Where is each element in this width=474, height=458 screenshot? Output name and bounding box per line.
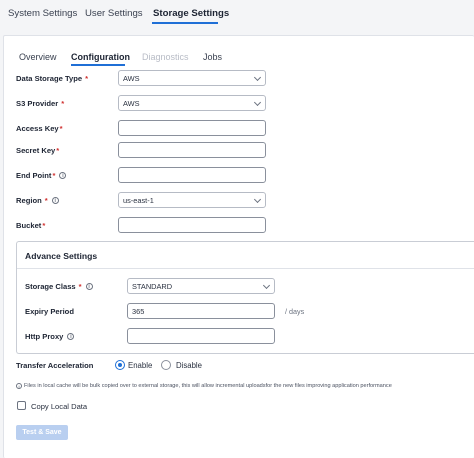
expiry-period-label: Expiry Period	[25, 307, 74, 316]
copy-local-data-checkbox[interactable]	[17, 401, 26, 410]
test-and-save-button[interactable]: Test & Save	[16, 425, 68, 440]
enable-radio-label[interactable]: Enable	[128, 361, 152, 370]
chevron-down-icon	[262, 281, 271, 290]
secret-key-label: Secret Key *	[16, 146, 60, 155]
storage-class-select[interactable]: STANDARD	[127, 278, 275, 294]
storage-class-label: Storage Class * i	[25, 282, 93, 291]
advance-settings-title: Advance Settings	[25, 251, 98, 261]
expiry-period-input[interactable]: 365	[127, 303, 275, 319]
http-proxy-input[interactable]	[127, 328, 275, 344]
chevron-down-icon	[253, 98, 262, 107]
info-icon[interactable]: i	[59, 172, 67, 179]
chevron-down-icon	[253, 195, 262, 204]
bucket-input[interactable]	[118, 217, 266, 233]
active-subtab-indicator	[71, 64, 125, 66]
disable-radio[interactable]	[161, 360, 171, 370]
data-storage-type-select[interactable]: AWS	[118, 70, 266, 86]
access-key-label: Access Key *	[16, 124, 63, 133]
required-marker: *	[44, 196, 48, 205]
disable-radio-label[interactable]: Disable	[176, 361, 202, 370]
tab-configuration[interactable]: Configuration	[71, 52, 130, 62]
info-icon[interactable]: i	[85, 283, 93, 290]
section-divider	[17, 268, 474, 269]
transfer-acceleration-label: Transfer Acceleration	[16, 361, 94, 370]
end-point-input[interactable]	[118, 167, 266, 183]
info-icon[interactable]: i	[67, 333, 75, 340]
required-marker: *	[56, 146, 60, 155]
secret-key-input[interactable]	[118, 142, 266, 158]
cache-info-note: i Files in local cache will be bulk copi…	[16, 383, 392, 389]
copy-local-data-label[interactable]: Copy Local Data	[31, 402, 87, 411]
end-point-label: End Point * i	[16, 171, 67, 180]
bucket-label: Bucket *	[16, 221, 46, 230]
http-proxy-label: Http Proxy i	[25, 332, 75, 341]
info-icon: i	[16, 383, 22, 389]
tab-storage-settings[interactable]: Storage Settings	[153, 8, 229, 19]
s3-provider-label: S3 Provider *	[16, 99, 65, 108]
required-marker: *	[59, 124, 63, 133]
tab-system-settings[interactable]: System Settings	[8, 8, 77, 19]
tab-jobs[interactable]: Jobs	[203, 52, 222, 62]
s3-provider-select[interactable]: AWS	[118, 95, 266, 111]
required-marker: *	[42, 221, 46, 230]
tab-diagnostics: Diagnostics	[142, 52, 189, 62]
active-tab-indicator	[152, 22, 218, 24]
region-select[interactable]: us-east-1	[118, 192, 266, 208]
region-label: Region * i	[16, 196, 59, 205]
tab-user-settings[interactable]: User Settings	[85, 8, 143, 19]
info-icon[interactable]: i	[51, 197, 59, 204]
chevron-down-icon	[253, 73, 262, 82]
required-marker: *	[85, 74, 89, 83]
required-marker: *	[78, 282, 82, 291]
top-tab-bar: System Settings User Settings Storage Se…	[0, 0, 474, 30]
required-marker: *	[61, 99, 65, 108]
data-storage-type-label: Data Storage Type *	[16, 74, 89, 83]
expiry-unit-label: / days	[285, 307, 305, 316]
access-key-input[interactable]	[118, 120, 266, 136]
enable-radio[interactable]	[115, 360, 125, 370]
tab-overview[interactable]: Overview	[19, 52, 57, 62]
required-marker: *	[52, 171, 56, 180]
